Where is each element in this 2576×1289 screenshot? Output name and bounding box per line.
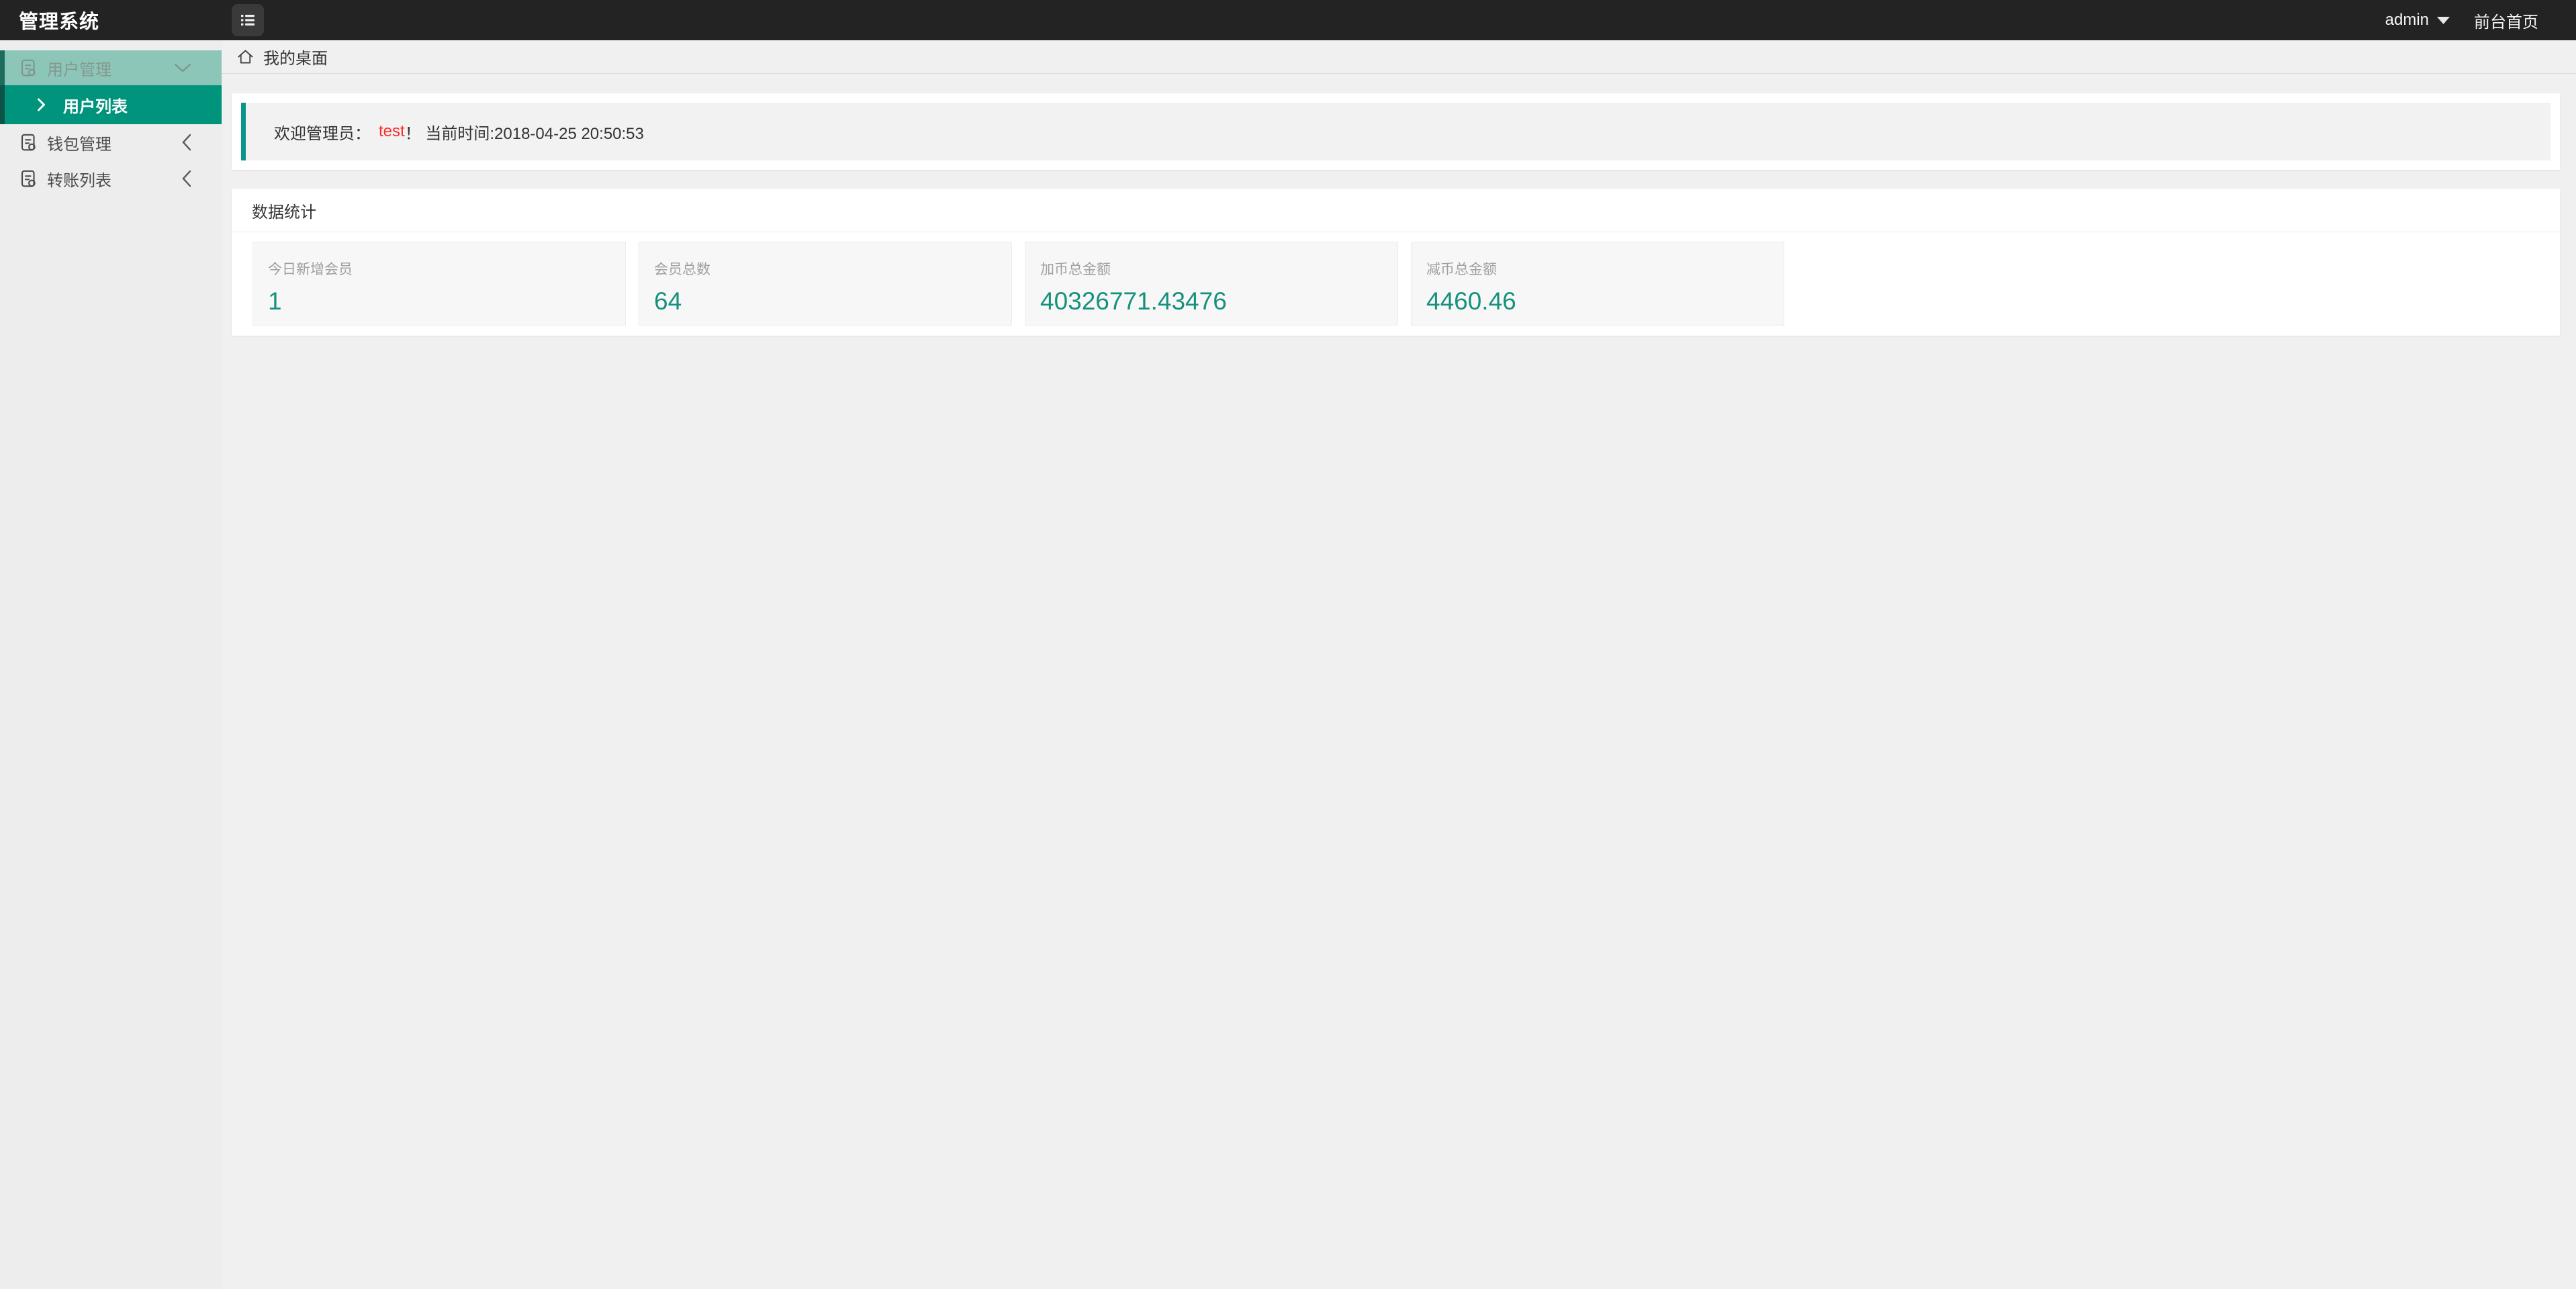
content: 欢迎管理员： test ！ 当前时间:2018-04-25 20:50:53 数… [222,74,2576,336]
home-icon [236,48,255,66]
sidebar-item-user-list[interactable]: 用户列表 [0,85,222,124]
statistics-panel: 数据统计 今日新增会员 1 会员总数 64 加币总金额 40326771.434… [232,189,2560,336]
stat-card-label: 今日新增会员 [268,262,353,277]
sidebar-group-label: 转账列表 [47,171,111,190]
chevron-down-icon [173,62,192,73]
user-dropdown[interactable]: admin [2385,11,2450,30]
stat-card-label: 减币总金额 [1426,262,1497,277]
stat-card-value: 1 [268,287,282,315]
welcome-panel: 欢迎管理员： test ！ 当前时间:2018-04-25 20:50:53 [232,93,2560,170]
topbar-right: admin 前台首页 [2385,9,2576,32]
stat-card-total-members: 会员总数 64 [639,242,1012,326]
stat-card-value: 4460.46 [1426,287,1516,315]
sidebar-item-label: 用户列表 [63,97,128,116]
stat-card-new-members-today: 今日新增会员 1 [252,242,626,326]
welcome-alert: 欢迎管理员： test ！ 当前时间:2018-04-25 20:50:53 [241,103,2550,160]
stat-card-value: 40326771.43476 [1040,287,1227,315]
sidebar-group-label: 用户管理 [47,60,111,79]
sidebar-toggle-button[interactable] [232,4,264,36]
sidebar-group-transfer-list[interactable]: 转账列表 [0,160,222,197]
welcome-text-prefix: 欢迎管理员： [274,124,371,143]
sidebar-group-wallet-management[interactable]: 钱包管理 [0,124,222,160]
chevron-left-icon [181,133,192,152]
stat-card-label: 会员总数 [654,262,710,277]
topbar: 管理系统 admin 前台首页 [0,0,2576,40]
document-icon [19,169,39,189]
sidebar-group-label: 钱包管理 [47,135,111,154]
welcome-text-suffix: ！ 当前时间:2018-04-25 20:50:53 [404,124,644,143]
document-icon [19,58,39,78]
stat-card-total-coin-deducted: 减币总金额 4460.46 [1411,242,1784,326]
stat-card-value: 64 [654,287,682,315]
chevron-left-icon [181,169,192,188]
sidebar: 用户管理 用户列表 钱包管理 转账列表 [0,40,222,1289]
statistics-panel-title: 数据统计 [232,189,2560,232]
arrow-right-icon [37,97,46,112]
stat-cards: 今日新增会员 1 会员总数 64 加币总金额 40326771.43476 减币… [232,232,2560,336]
username: admin [2385,11,2429,29]
sidebar-group-user-management[interactable]: 用户管理 [0,50,222,85]
breadcrumb-label: 我的桌面 [263,50,328,68]
breadcrumb: 我的桌面 [222,40,2576,74]
stat-card-label: 加币总金额 [1040,262,1111,277]
app-title: 管理系统 [19,11,100,33]
main-area: 我的桌面 欢迎管理员： test ！ 当前时间:2018-04-25 20:50… [222,40,2576,1289]
frontend-home-link[interactable]: 前台首页 [2474,9,2538,32]
caret-down-icon [2437,16,2450,24]
document-icon [19,132,39,152]
stat-card-total-coin-added: 加币总金额 40326771.43476 [1025,242,1398,326]
list-menu-icon [238,10,258,30]
admin-username-text: test [379,122,405,140]
